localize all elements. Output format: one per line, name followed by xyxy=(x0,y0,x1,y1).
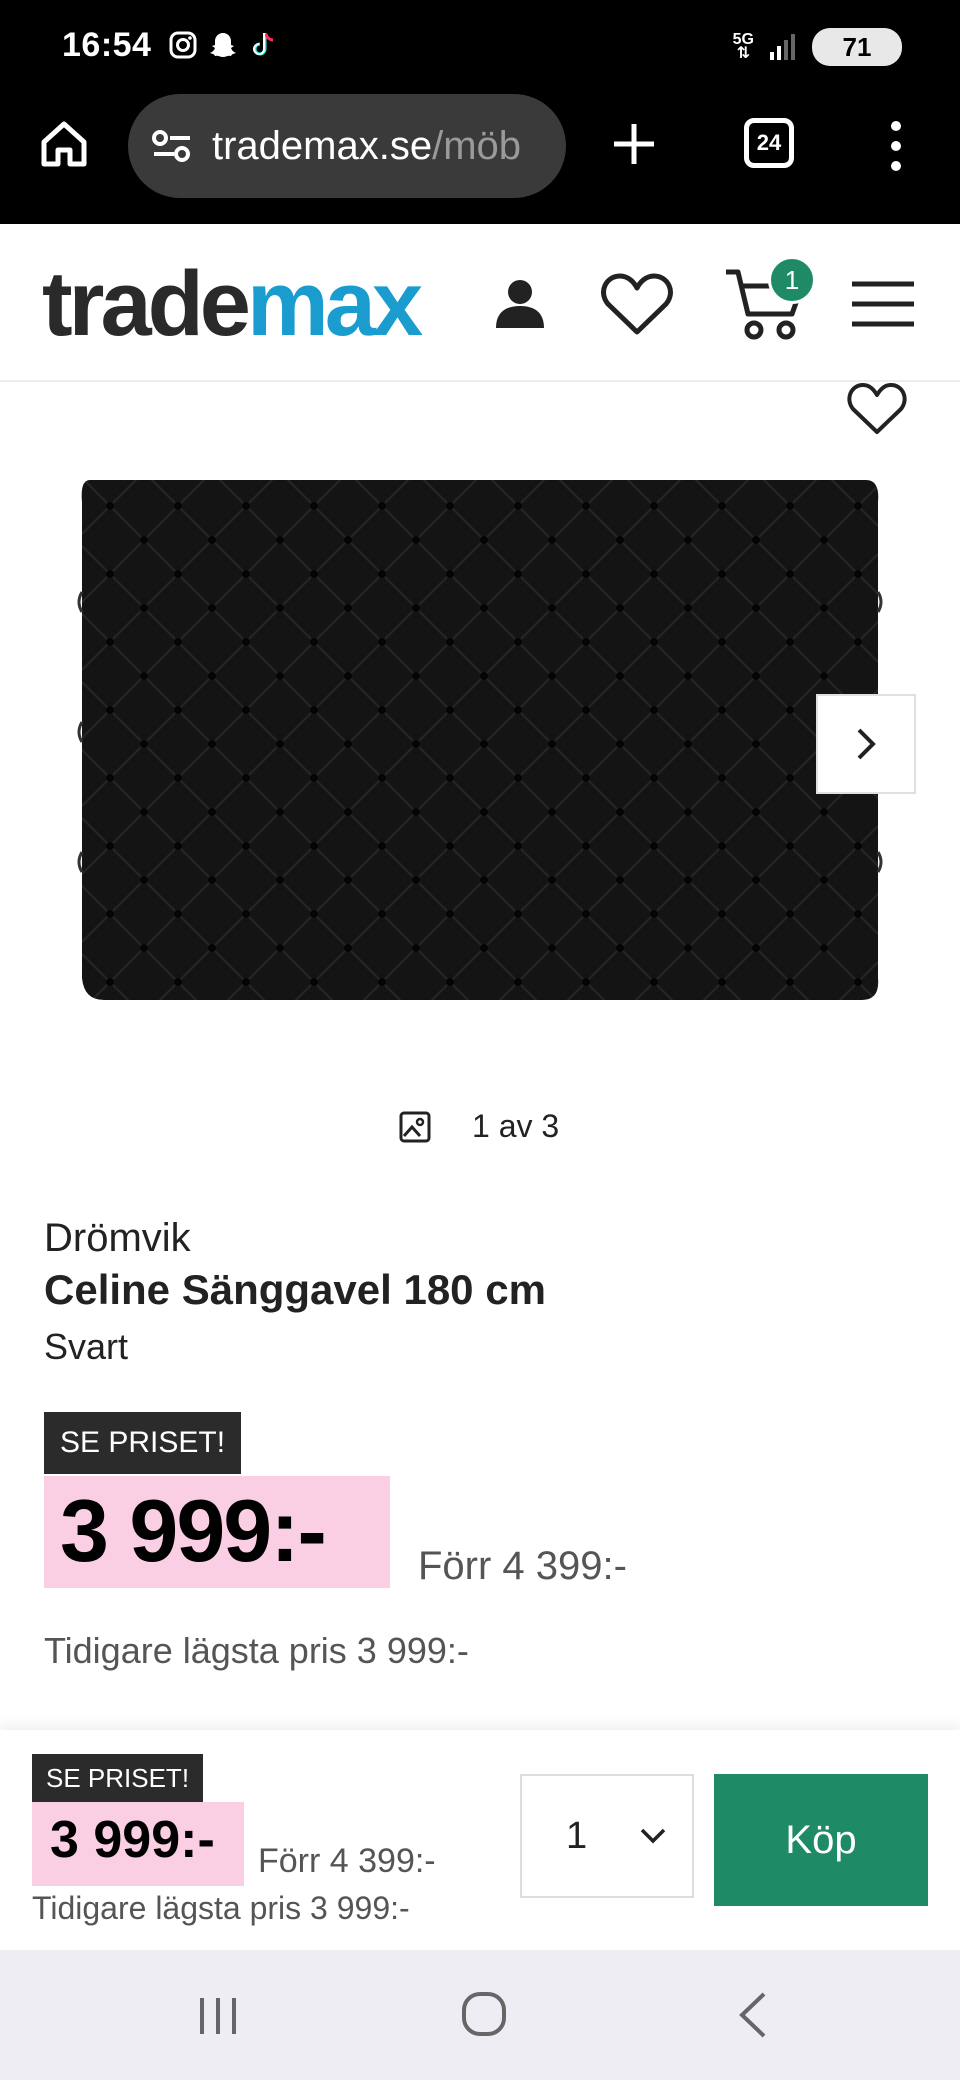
buybar-previous-price: Förr 4 399:- xyxy=(258,1842,436,1880)
image-counter: 1 av 3 xyxy=(398,1108,559,1145)
campaign-badge: SE PRISET! xyxy=(44,1412,242,1474)
product-brand[interactable]: Drömvik xyxy=(44,1216,191,1261)
new-tab-icon[interactable] xyxy=(608,118,660,170)
home-icon[interactable] xyxy=(38,118,90,170)
next-image-button[interactable] xyxy=(816,694,916,794)
quantity-select[interactable]: 1 xyxy=(520,1774,694,1898)
status-bar: 16:54 5G ⇅ 71 xyxy=(0,0,960,92)
tiktok-icon xyxy=(253,33,274,56)
url-text[interactable]: trademax.se/möb xyxy=(212,124,542,169)
lowest-price-note: Tidigare lägsta pris 3 999:- xyxy=(44,1630,469,1671)
product-price: 3 999:- xyxy=(60,1481,327,1580)
site-header: trademax 1 xyxy=(0,224,960,382)
image-counter-text: 1 av 3 xyxy=(472,1108,560,1144)
chevron-right-icon xyxy=(857,728,876,760)
signal-icon xyxy=(770,34,795,60)
system-status: 5G ⇅ 71 xyxy=(733,28,902,66)
buy-button[interactable]: Köp xyxy=(714,1774,928,1906)
address-bar[interactable]: trademax.se/möb xyxy=(128,94,566,198)
site-settings-icon[interactable] xyxy=(150,126,194,166)
product-image[interactable] xyxy=(76,472,884,1008)
chevron-down-icon xyxy=(640,1828,666,1844)
battery-indicator: 71 xyxy=(812,28,902,66)
system-navigation-bar xyxy=(0,1950,960,2080)
quantity-value: 1 xyxy=(566,1814,588,1857)
previous-price: Förr 4 399:- xyxy=(418,1544,627,1588)
buybar-lowest-price-note: Tidigare lägsta pris 3 999:- xyxy=(32,1890,410,1926)
image-icon xyxy=(399,1111,431,1142)
tab-switcher-button[interactable]: 24 xyxy=(744,118,794,168)
instagram-icon xyxy=(169,31,197,59)
back-icon[interactable] xyxy=(734,1990,774,2040)
hamburger-menu-icon[interactable] xyxy=(850,280,916,328)
more-options-icon[interactable] xyxy=(876,118,916,174)
network-indicator: 5G ⇅ xyxy=(732,31,754,62)
sticky-buy-bar: SE PRISET! 3 999:- Förr 4 399:- Tidigare… xyxy=(0,1730,960,1950)
user-account-icon[interactable] xyxy=(490,274,550,334)
home-nav-icon[interactable] xyxy=(460,1990,508,2038)
status-time: 16:54 xyxy=(62,26,152,64)
product-title: Celine Sänggavel 180 cm xyxy=(44,1266,546,1313)
site-logo[interactable]: trademax xyxy=(42,254,423,354)
recent-apps-icon[interactable] xyxy=(196,1994,240,2038)
add-to-wishlist-icon[interactable] xyxy=(846,380,908,438)
notification-icons xyxy=(168,30,278,60)
browser-toolbar: trademax.se/möb 24 xyxy=(0,92,960,224)
wishlist-icon[interactable] xyxy=(600,270,674,338)
buybar-price: 3 999:- xyxy=(50,1811,215,1869)
buybar-campaign-badge: SE PRISET! xyxy=(32,1754,204,1802)
snapchat-icon xyxy=(210,33,236,57)
cart-count-badge: 1 xyxy=(768,256,816,304)
product-variant: Svart xyxy=(44,1326,129,1367)
